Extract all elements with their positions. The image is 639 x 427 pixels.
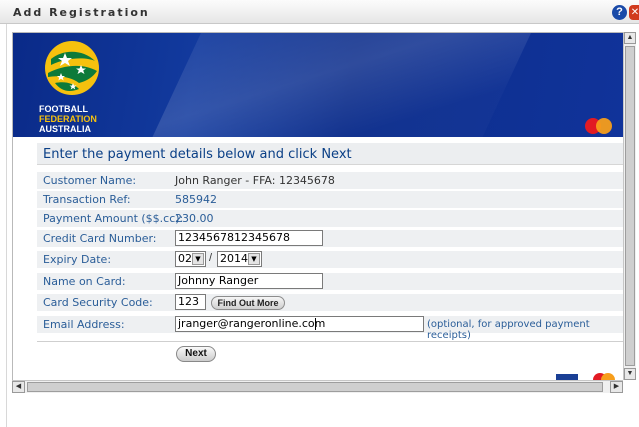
name-on-card-label: Name on Card:	[43, 275, 126, 288]
email-address-label: Email Address:	[43, 318, 125, 331]
row-customer-name: Customer Name: John Ranger - FFA: 123456…	[37, 172, 623, 189]
scroll-up-icon[interactable]: ▲	[624, 32, 636, 44]
row-security-code: Card Security Code:	[37, 294, 623, 311]
payment-amount-label: Payment Amount ($$.cc):	[43, 212, 184, 225]
expiry-year-select[interactable]: 2014 ▼	[217, 251, 262, 267]
close-icon[interactable]: ✕	[629, 5, 639, 20]
form-heading: Enter the payment details below and clic…	[43, 147, 352, 162]
name-on-card-input[interactable]: Johnny Ranger	[175, 273, 323, 289]
help-icon[interactable]: ?	[612, 5, 627, 20]
expiry-separator: /	[209, 252, 213, 264]
window-title: Add Registration	[13, 6, 150, 19]
row-expiry-date: Expiry Date:	[37, 251, 623, 268]
form-divider	[37, 341, 623, 342]
transaction-ref-value: 585942	[175, 193, 217, 206]
customer-name-value: John Ranger - FFA: 12345678	[175, 174, 335, 187]
payment-amount-value: 230.00	[175, 212, 214, 225]
ffa-banner: FOOTBALL FEDERATION AUSTRALIA	[13, 33, 623, 137]
email-hint: (optional, for approved payment receipts…	[427, 319, 590, 341]
security-code-input[interactable]: 123	[175, 294, 206, 310]
expiry-month-value: 02	[178, 252, 192, 265]
chevron-down-icon[interactable]: ▼	[192, 253, 204, 265]
scroll-left-icon[interactable]: ◀	[12, 381, 25, 393]
expiry-date-label: Expiry Date:	[43, 253, 112, 266]
logo-line-federation: FEDERATION	[39, 114, 97, 124]
ffa-logo-ball-icon	[45, 41, 99, 95]
logo-line-australia: AUSTRALIA	[39, 124, 91, 134]
form-heading-bar: Enter the payment details below and clic…	[37, 143, 623, 165]
logo-line-football: FOOTBALL	[39, 104, 88, 114]
banner-stripe	[135, 33, 541, 137]
find-out-more-button[interactable]: Find Out More	[211, 296, 285, 310]
left-border	[6, 24, 7, 427]
text-caret	[315, 318, 316, 330]
card-number-label: Credit Card Number:	[43, 232, 157, 245]
email-address-input[interactable]: jranger@rangeronline.com	[175, 316, 424, 332]
horizontal-scrollbar[interactable]: ◀ ▶	[12, 380, 623, 393]
card-number-input[interactable]: 1234567812345678	[175, 230, 323, 246]
chevron-down-icon[interactable]: ▼	[248, 253, 260, 265]
row-name-on-card: Name on Card:	[37, 273, 623, 290]
window-titlebar: Add Registration ? ✕	[0, 0, 639, 24]
expiry-month-select[interactable]: 02 ▼	[175, 251, 206, 267]
next-button[interactable]: Next	[176, 346, 216, 362]
security-code-label: Card Security Code:	[43, 296, 153, 309]
horizontal-scroll-thumb[interactable]	[27, 382, 603, 392]
vertical-scroll-thumb[interactable]	[625, 46, 635, 366]
dialog-content: FOOTBALL FEDERATION AUSTRALIA Enter the …	[12, 32, 623, 380]
customer-name-label: Customer Name:	[43, 174, 137, 187]
expiry-year-value: 2014	[220, 252, 248, 265]
ffa-logo-text: FOOTBALL FEDERATION AUSTRALIA	[39, 104, 97, 134]
mastercard-logo-icon	[585, 118, 612, 134]
row-card-number: Credit Card Number:	[37, 230, 623, 247]
row-transaction-ref: Transaction Ref: 585942	[37, 191, 623, 208]
transaction-ref-label: Transaction Ref:	[43, 193, 131, 206]
scroll-down-icon[interactable]: ▼	[624, 368, 636, 380]
scroll-right-icon[interactable]: ▶	[610, 381, 623, 393]
row-payment-amount: Payment Amount ($$.cc): 230.00	[37, 210, 623, 227]
vertical-scrollbar[interactable]: ▲ ▼	[623, 32, 636, 380]
